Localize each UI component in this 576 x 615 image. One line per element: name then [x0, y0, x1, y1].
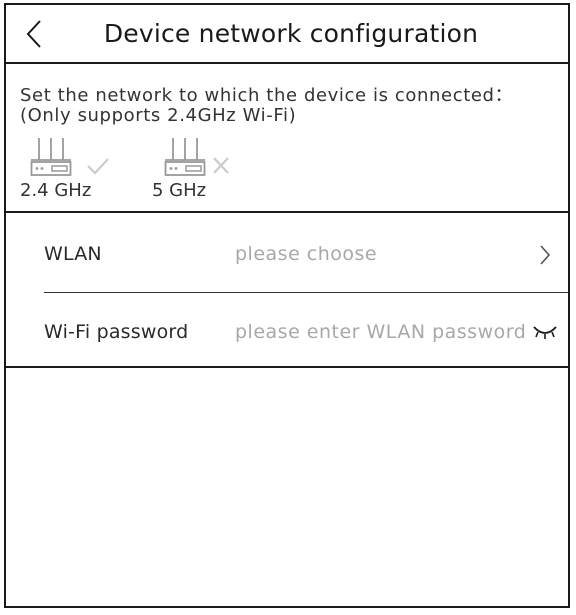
wlan-select[interactable]: please choose [235, 243, 525, 265]
password-row: Wi-Fi password [6, 293, 568, 369]
page-title: Device network configuration [103, 19, 479, 48]
band-5ghz: 5 GHz [152, 134, 262, 206]
app-frame: Device network configuration Set the net… [4, 3, 570, 608]
password-input[interactable] [235, 321, 525, 343]
info-instruction: Set the network to which the device is c… [20, 85, 514, 106]
cross-icon [213, 157, 229, 174]
router-icon [164, 138, 206, 176]
eye-closed-icon[interactable] [532, 323, 558, 341]
network-info-section: Set the network to which the device is c… [6, 64, 568, 213]
band-2-4ghz: 2.4 GHz [18, 134, 128, 206]
wlan-label: WLAN [44, 243, 102, 265]
band-label-5ghz: 5 GHz [152, 180, 207, 201]
wlan-row[interactable]: WLAN please choose [6, 215, 568, 293]
header-bar: Device network configuration [6, 5, 568, 64]
band-label-2-4ghz: 2.4 GHz [20, 180, 92, 201]
check-icon [87, 158, 109, 175]
password-label: Wi-Fi password [44, 321, 189, 343]
wifi-form: WLAN please choose Wi-Fi password [6, 213, 568, 368]
router-icon [30, 138, 72, 176]
chevron-right-icon[interactable] [538, 244, 552, 266]
info-support-note: (Only supports 2.4GHz Wi-Fi) [20, 105, 297, 126]
